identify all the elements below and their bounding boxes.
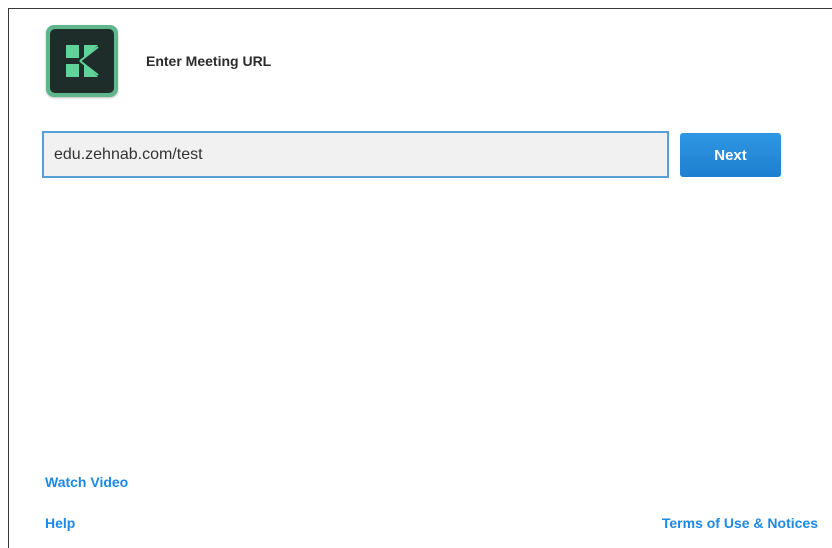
app-logo-background	[50, 29, 114, 93]
help-link[interactable]: Help	[45, 515, 75, 531]
terms-link[interactable]: Terms of Use & Notices	[662, 515, 818, 531]
next-button[interactable]: Next	[680, 133, 781, 177]
app-logo	[46, 25, 118, 97]
meeting-url-input[interactable]	[42, 131, 669, 178]
adobe-connect-icon	[66, 45, 99, 77]
app-window: Enter Meeting URL Next Watch Video Help …	[8, 8, 832, 548]
watch-video-link[interactable]: Watch Video	[45, 474, 128, 490]
page-title: Enter Meeting URL	[146, 53, 272, 69]
